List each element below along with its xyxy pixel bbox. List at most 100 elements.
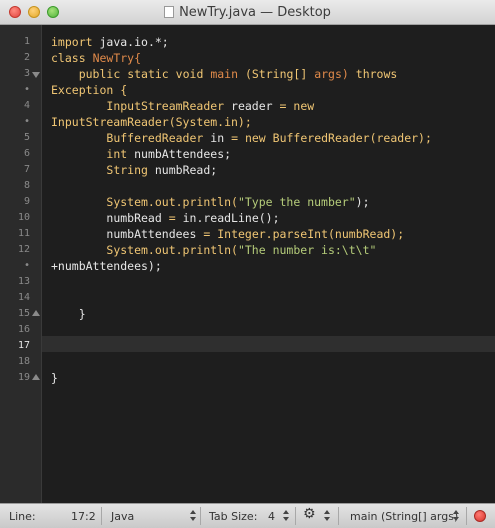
code-line-2: class NewTry{ [51,50,141,66]
line-wrap-marker: • [23,84,30,95]
tab-size-value[interactable]: 4 [268,510,275,523]
code-text: in.readLine(); [182,211,280,225]
method-call: Integer.parseInt(numbRead); [217,227,405,241]
code-line-7: String numbRead; [51,162,217,178]
code-line-4: InputStreamReader reader = new [51,98,314,114]
keyword: import [51,35,93,49]
operator: = [168,211,176,225]
dropdown-arrows-icon[interactable] [453,510,459,522]
code-line-3-wrap: Exception { [51,82,127,98]
keyword: new [293,99,315,113]
dropdown-arrows-icon[interactable] [324,510,330,522]
line-number: 2 [23,52,30,63]
class-name: NewTry{ [92,51,142,65]
line-number: 9 [23,196,30,207]
code-text: numbRead; [154,163,218,177]
method-call: System.out.println( [106,243,238,257]
code-text: ); [355,195,370,209]
type-name: String [106,163,148,177]
string-literal: "The number is:\t\t" [237,243,377,257]
code-text: +numbAttendees); [51,259,162,273]
code-line-4-wrap: InputStreamReader(System.in); [51,114,252,130]
macro-record-button[interactable] [474,510,486,522]
type-name: BufferedReader(reader); [272,131,432,145]
code-line-3: public static void main (String[] args) … [51,66,398,82]
code-line-6: int numbAttendees; [51,146,231,162]
line-number: 12 [17,244,30,255]
operator: = [231,131,238,145]
code-line-15: } [51,306,86,322]
line-number: 3 [23,68,30,79]
line-number: 14 [17,292,30,303]
line-number: 8 [23,180,30,191]
code-line-12: System.out.println("The number is:\t\t" [51,242,376,258]
operator: = [203,227,211,241]
line-number: 19 [17,372,30,383]
tab-size-label[interactable]: Tab Size: [209,510,257,523]
line-number: 18 [17,356,30,367]
document-icon [164,6,175,18]
code-text: in [210,131,225,145]
code-line-1: import java.io.*; [51,34,169,50]
line-number: 13 [17,276,30,287]
code-text: numbAttendees; [134,147,232,161]
code-line-19: } [51,370,58,386]
fold-end-icon[interactable] [32,310,40,316]
type-name: InputStreamReader [106,99,225,113]
param-type: (String[] [244,67,308,81]
line-number: 1 [23,36,30,47]
dropdown-arrows-icon[interactable] [283,510,289,522]
keyword: int [106,147,128,161]
closing-brace: } [51,371,58,385]
line-number: 6 [23,148,30,159]
code-line-5: BufferedReader in = new BufferedReader(r… [51,130,432,146]
keyword: public [78,67,121,81]
line-number: 11 [17,228,30,239]
code-line-10: numbRead = in.readLine(); [51,210,280,226]
language-selector[interactable]: Java [111,510,134,523]
line-wrap-marker: • [23,116,30,127]
divider [466,507,467,525]
current-line-number: 17 [17,340,30,351]
dropdown-arrows-icon[interactable] [190,510,196,522]
fold-open-icon[interactable] [32,72,40,78]
operator: = [279,99,287,113]
line-number: 7 [23,164,30,175]
divider [101,507,102,525]
method-name: main [210,67,239,81]
window-title-area: NewTry.java — Desktop [0,5,495,20]
code-text: numbAttendees [106,227,197,241]
line-number-gutter[interactable]: 1 2 3 • 4 • 5 6 7 8 9 10 11 12 • 13 14 1… [0,25,42,503]
code-line-12-wrap: +numbAttendees); [51,258,162,274]
type-name: InputStreamReader(System.in); [51,115,252,129]
divider [295,507,296,525]
keyword: static [127,67,169,81]
keyword: void [175,67,204,81]
string-literal: "Type the number" [237,195,356,209]
exception-type: Exception { [51,83,128,97]
line-column-value[interactable]: 17:2 [71,510,96,523]
divider [200,507,201,525]
line-wrap-marker: • [23,260,30,271]
fold-end-icon[interactable] [32,374,40,380]
code-line-11: numbAttendees = Integer.parseInt(numbRea… [51,226,404,242]
title-bar: NewTry.java — Desktop [0,0,495,25]
line-number: 16 [17,324,30,335]
line-number: 5 [23,132,30,143]
symbol-selector[interactable]: main (String[] args) [350,510,458,523]
method-call: System.out.println( [106,195,238,209]
line-label: Line: [9,510,36,523]
code-line-9: System.out.println("Type the number"); [51,194,370,210]
line-number: 10 [17,212,30,223]
code-text: numbRead [106,211,162,225]
keyword: new [244,131,266,145]
code-text: reader [231,99,273,113]
gear-icon[interactable]: ⚙ [303,507,316,521]
keyword: class [51,51,86,65]
line-number: 15 [17,308,30,319]
line-number: 4 [23,100,30,111]
status-bar: Line: 17:2 Java Tab Size: 4 ⚙ main (Stri… [0,503,495,528]
type-name: BufferedReader [106,131,204,145]
param-name: args) [314,67,349,81]
closing-brace: } [78,307,86,321]
